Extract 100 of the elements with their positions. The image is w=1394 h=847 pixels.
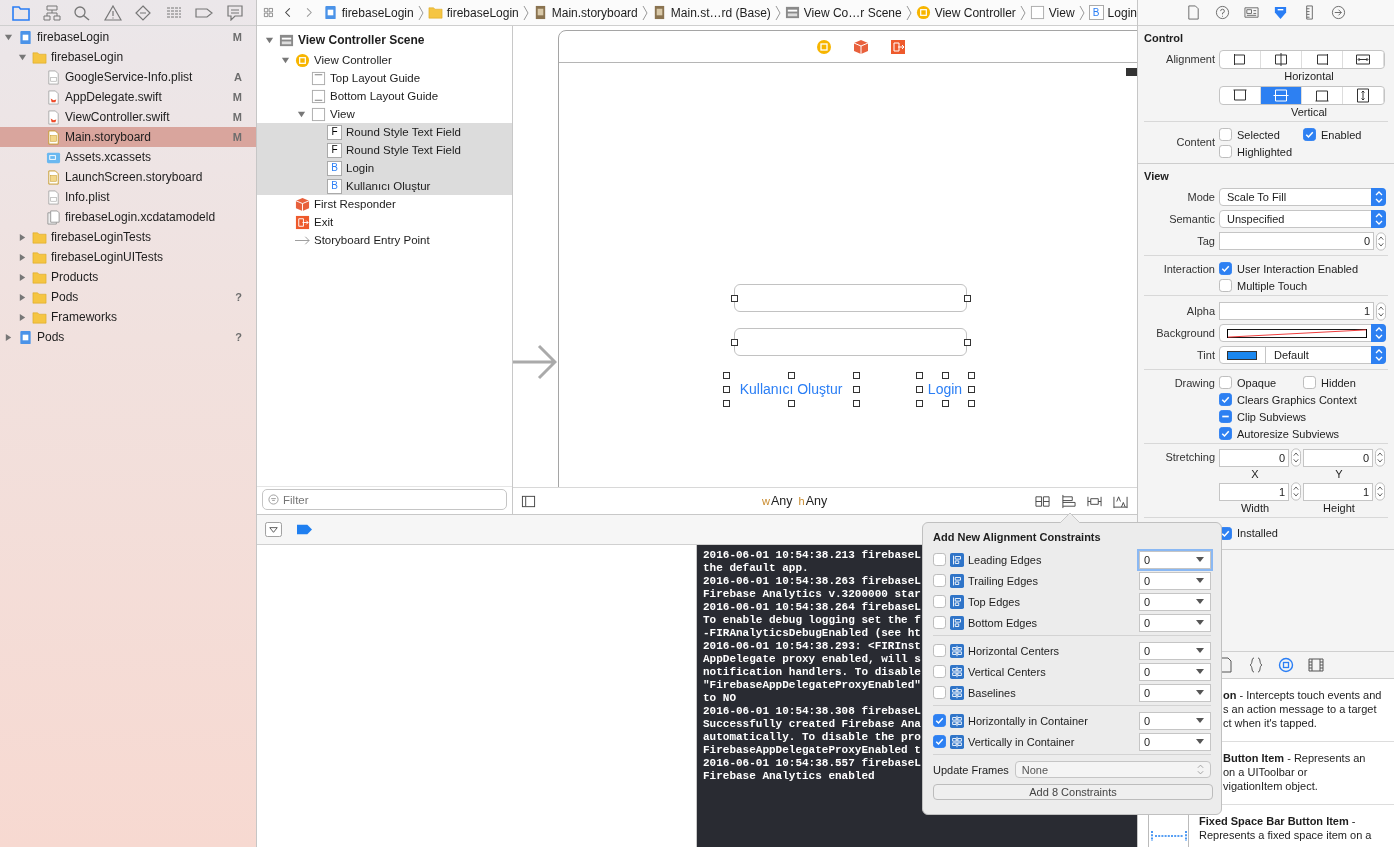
checkbox[interactable] <box>1219 128 1232 141</box>
braces-icon[interactable] <box>1248 657 1264 673</box>
checkbox[interactable] <box>933 616 946 629</box>
checkbox[interactable] <box>1219 410 1232 423</box>
file-row[interactable]: Pods ? <box>0 327 256 347</box>
file-row[interactable]: firebaseLogin M <box>0 27 256 47</box>
file-row[interactable]: firebaseLogin.xcdatamodeld <box>0 207 256 227</box>
resize-handle[interactable] <box>916 386 923 393</box>
checkbox[interactable] <box>933 553 946 566</box>
disclosure-triangle-icon[interactable] <box>18 312 27 322</box>
checkbox[interactable] <box>933 686 946 699</box>
filter-field[interactable]: Filter <box>262 489 507 510</box>
attributes-icon[interactable] <box>1273 5 1288 20</box>
resize-handle[interactable] <box>731 295 738 302</box>
resize-handle[interactable] <box>968 386 975 393</box>
tag-field[interactable]: 0 <box>1219 232 1374 250</box>
outline-row[interactable]: Storyboard Entry Point <box>257 231 512 249</box>
resize-handle[interactable] <box>723 400 730 407</box>
checkbox[interactable] <box>933 595 946 608</box>
warning-icon[interactable] <box>103 4 122 21</box>
file-row[interactable]: Products <box>0 267 256 287</box>
size-class-label[interactable]: wAny hAny <box>762 494 834 508</box>
help-icon[interactable] <box>1215 5 1230 20</box>
stretching-field[interactable]: 0 <box>1303 448 1373 467</box>
mode-popup[interactable]: Scale To Fill <box>1219 188 1386 206</box>
stretching-field[interactable]: 0 <box>1219 448 1289 467</box>
checkbox[interactable] <box>1303 376 1316 389</box>
resize-handle[interactable] <box>853 386 860 393</box>
sidebar-toggle-icon[interactable] <box>521 493 536 509</box>
outline-row[interactable]: F Round Style Text Field <box>257 141 512 159</box>
background-color-popup[interactable] <box>1219 324 1386 342</box>
resize-handle[interactable] <box>853 372 860 379</box>
resolve-icon[interactable] <box>1113 493 1128 509</box>
stack-icon[interactable] <box>1035 493 1050 509</box>
entry-point-arrow[interactable] <box>513 344 557 380</box>
disclosure-triangle-icon[interactable] <box>18 252 27 262</box>
stepper[interactable] <box>1291 448 1301 467</box>
file-row[interactable]: Info.plist <box>0 187 256 207</box>
resize-handle[interactable] <box>788 400 795 407</box>
resize-handle[interactable] <box>942 372 949 379</box>
checkbox[interactable] <box>1219 427 1232 440</box>
checkbox[interactable] <box>1219 279 1232 292</box>
disclosure-triangle-icon[interactable] <box>4 332 13 342</box>
disclosure-triangle-icon[interactable] <box>281 55 290 65</box>
resize-handle[interactable] <box>788 372 795 379</box>
checkbox[interactable] <box>933 644 946 657</box>
file-row[interactable]: AppDelegate.swift M <box>0 87 256 107</box>
diamond-icon[interactable] <box>134 4 153 21</box>
file-row[interactable]: firebaseLoginTests <box>0 227 256 247</box>
file-row[interactable]: firebaseLogin <box>0 47 256 67</box>
resize-handle[interactable] <box>968 372 975 379</box>
constant-combo-box[interactable]: 0 <box>1139 571 1211 590</box>
constant-combo-box[interactable]: 0 <box>1139 732 1211 751</box>
alpha-field[interactable]: 1 <box>1219 302 1374 320</box>
breadcrumb[interactable]: View Co…r Scene <box>784 5 902 20</box>
outline-row[interactable]: B Kullanıcı Oluştur <box>257 177 512 195</box>
cube-icon[interactable] <box>853 38 869 55</box>
outline-row[interactable]: B Login <box>257 159 512 177</box>
speech-bubble-icon[interactable] <box>225 4 244 21</box>
hide-panel-icon[interactable] <box>265 522 282 537</box>
breadcrumb[interactable]: Main.storyboard <box>532 5 638 20</box>
stepper[interactable] <box>1375 482 1385 501</box>
outline-row[interactable]: Top Layout Guide <box>257 69 512 87</box>
disclosure-triangle-icon[interactable] <box>18 232 27 242</box>
stepper[interactable] <box>1291 482 1301 501</box>
checkbox[interactable] <box>1219 262 1232 275</box>
file-row[interactable]: Main.storyboard M <box>0 127 256 147</box>
canvas-button[interactable]: Login <box>919 375 971 403</box>
breadcrumb[interactable]: firebaseLogin <box>322 5 414 20</box>
stepper[interactable] <box>1376 231 1386 251</box>
disclosure-triangle-icon[interactable] <box>18 272 27 282</box>
checkbox[interactable] <box>1219 376 1232 389</box>
text-field[interactable] <box>734 284 967 312</box>
resize-handle[interactable] <box>731 339 738 346</box>
file-row[interactable]: firebaseLoginUITests <box>0 247 256 267</box>
identity-card-icon[interactable] <box>1244 5 1259 20</box>
disclosure-triangle-icon[interactable] <box>265 35 274 45</box>
breadcrumb[interactable]: View <box>1029 5 1075 20</box>
resize-handle[interactable] <box>968 400 975 407</box>
arrow-circle-icon[interactable] <box>1331 5 1346 20</box>
constant-combo-box[interactable]: 0 <box>1139 662 1211 681</box>
stepper[interactable] <box>1376 301 1386 321</box>
resize-handle[interactable] <box>723 372 730 379</box>
stepper[interactable] <box>1375 448 1385 467</box>
search-icon[interactable] <box>73 4 92 21</box>
disclosure-triangle-icon[interactable] <box>4 32 13 42</box>
disclosure-triangle-icon[interactable] <box>297 109 306 119</box>
outline-row[interactable]: View <box>257 105 512 123</box>
resize-handle[interactable] <box>916 400 923 407</box>
constant-combo-box[interactable]: 0 <box>1139 592 1211 611</box>
resize-handle[interactable] <box>964 295 971 302</box>
text-field[interactable] <box>734 328 967 356</box>
outline-row[interactable]: Exit <box>257 213 512 231</box>
outline-row[interactable]: F Round Style Text Field <box>257 123 512 141</box>
checkbox[interactable] <box>933 574 946 587</box>
outline-row[interactable]: View Controller Scene <box>257 29 512 51</box>
hierarchy-icon[interactable] <box>42 4 61 21</box>
constant-combo-box[interactable]: 0 <box>1139 711 1211 730</box>
update-frames-popup[interactable]: None <box>1014 761 1211 778</box>
file-row[interactable]: GoogleService-Info.plist A <box>0 67 256 87</box>
